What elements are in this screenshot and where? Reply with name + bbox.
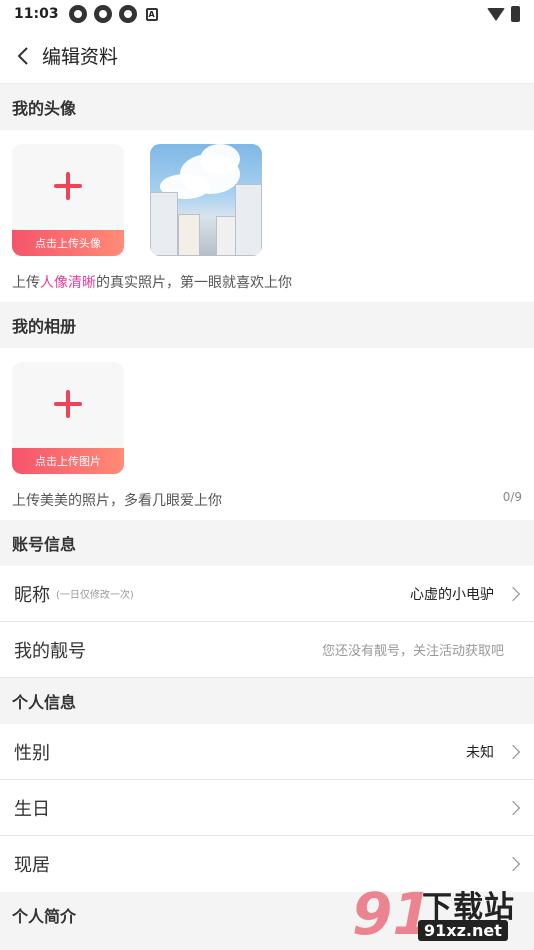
account-section-title: 账号信息	[0, 520, 534, 566]
wifi-icon	[487, 7, 505, 21]
plus-icon	[54, 390, 82, 418]
avatar-hint: 上传人像清晰的真实照片，第一眼就喜欢上你	[12, 275, 292, 291]
page-title: 编辑资料	[42, 46, 119, 68]
avatar-card: 点击上传头像 上传人像清晰的真实照片，第一眼就喜欢上你	[0, 130, 534, 302]
upload-photo-label: 点击上传图片	[12, 448, 124, 474]
gender-value: 未知	[466, 744, 494, 761]
pretty-id-label: 我的靓号	[14, 640, 86, 662]
birthday-label: 生日	[14, 798, 50, 820]
bio-section-title: 个人简介	[0, 892, 534, 938]
gender-row[interactable]: 性别 未知	[0, 724, 534, 780]
nickname-note: (一日仅修改一次)	[56, 590, 134, 601]
upload-avatar-button[interactable]: 点击上传头像	[12, 144, 124, 256]
status-time: 11:03	[14, 6, 59, 22]
app-notification-icon	[118, 5, 137, 23]
status-bar: 11:03 A	[0, 0, 534, 28]
upload-photo-button[interactable]: 点击上传图片	[12, 362, 124, 474]
battery-icon	[511, 6, 520, 22]
personal-section-title: 个人信息	[0, 678, 534, 724]
pretty-id-row[interactable]: 我的靓号 您还没有靓号，关注活动获取吧	[0, 622, 534, 678]
gender-label: 性别	[14, 742, 50, 764]
residence-row[interactable]: 现居	[0, 836, 534, 892]
residence-label: 现居	[14, 855, 50, 876]
app-notification-icon	[68, 5, 87, 23]
chevron-right-icon	[505, 744, 521, 759]
top-bar: 编辑资料	[0, 28, 534, 84]
plus-icon	[54, 172, 82, 200]
app-notification-icon	[93, 5, 112, 23]
nickname-value: 心虚的小电驴	[410, 586, 494, 603]
back-button[interactable]	[12, 45, 34, 67]
album-hint: 上传美美的照片，多看几眼爱上你 0/9	[12, 490, 522, 509]
album-count: 0/9	[502, 490, 522, 504]
upload-avatar-label: 点击上传头像	[12, 230, 124, 256]
hint-highlight: 人像清晰	[40, 275, 96, 291]
album-card: 点击上传图片 上传美美的照片，多看几眼爱上你 0/9	[0, 348, 534, 520]
nickname-row[interactable]: 昵称 (一日仅修改一次) 心虚的小电驴	[0, 566, 534, 622]
avatar-section-title: 我的头像	[0, 84, 534, 130]
a-notification-icon: A	[145, 7, 158, 21]
album-section-title: 我的相册	[0, 302, 534, 348]
chevron-right-icon	[505, 856, 521, 872]
chevron-right-icon	[505, 800, 521, 815]
chevron-right-icon	[505, 586, 521, 601]
nickname-label: 昵称	[14, 584, 50, 606]
pretty-id-value: 您还没有靓号，关注活动获取吧	[321, 644, 504, 659]
birthday-row[interactable]: 生日	[0, 780, 534, 836]
chevron-left-icon	[17, 46, 28, 65]
avatar-photo[interactable]	[150, 144, 262, 256]
